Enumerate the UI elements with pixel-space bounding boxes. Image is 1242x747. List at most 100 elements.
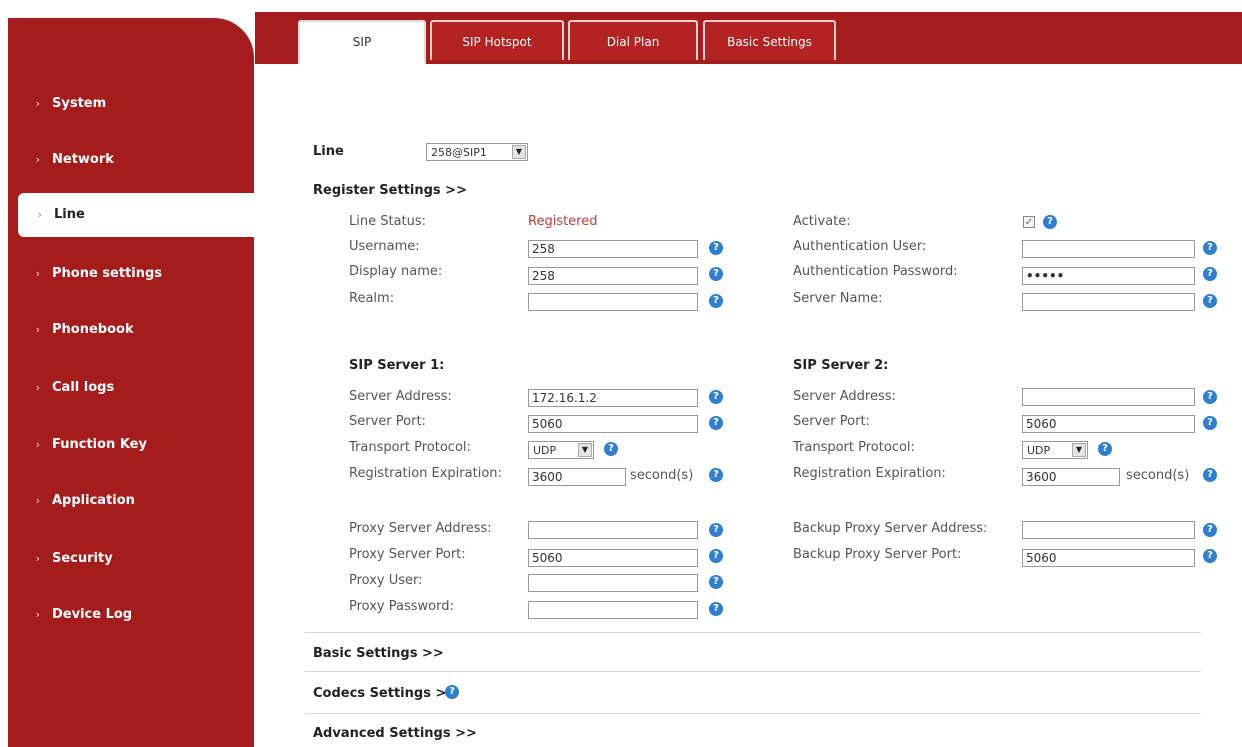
chevron-right-icon: › — [35, 153, 40, 166]
server1-transport-value: UDP — [533, 444, 557, 457]
help-icon[interactable]: ? — [1043, 215, 1057, 229]
auth-user-input[interactable] — [1022, 240, 1195, 258]
proxy-port-input[interactable]: 5060 — [528, 549, 698, 567]
sidebar-item-device-log[interactable]: › Device Log — [8, 593, 254, 637]
help-icon[interactable]: ? — [709, 575, 723, 589]
proxy-password-label: Proxy Password: — [349, 599, 454, 614]
chevron-right-icon: › — [35, 608, 40, 621]
help-icon[interactable]: ? — [1203, 549, 1217, 563]
register-settings-header[interactable]: Register Settings >> — [313, 183, 467, 198]
tab-dial-plan[interactable]: Dial Plan — [568, 20, 698, 60]
backup-proxy-address-input[interactable] — [1022, 521, 1195, 539]
help-icon[interactable]: ? — [1203, 416, 1217, 430]
server2-expiration-label: Registration Expiration: — [793, 466, 946, 481]
server1-transport-label: Transport Protocol: — [349, 440, 471, 455]
chevron-right-icon: › — [35, 438, 40, 451]
tab-basic-settings[interactable]: Basic Settings — [703, 20, 836, 60]
proxy-user-input[interactable] — [528, 574, 698, 592]
proxy-address-input[interactable] — [528, 521, 698, 539]
help-icon[interactable]: ? — [709, 241, 723, 255]
sip-server-2-header: SIP Server 2: — [793, 358, 889, 373]
chevron-right-icon: › — [35, 267, 40, 280]
chevron-down-icon: ▼ — [1072, 443, 1086, 457]
sidebar-item-label: Call logs — [52, 380, 115, 395]
server2-address-input[interactable] — [1022, 388, 1195, 406]
line-label: Line — [313, 144, 344, 159]
sidebar-item-label: Security — [52, 551, 113, 566]
sidebar-item-label: Application — [52, 493, 135, 508]
advanced-settings-header[interactable]: Advanced Settings >> — [313, 726, 477, 741]
help-icon[interactable]: ? — [709, 416, 723, 430]
help-icon[interactable]: ? — [709, 390, 723, 404]
sidebar-item-label: System — [52, 96, 107, 111]
auth-password-input[interactable]: ••••• — [1022, 267, 1195, 285]
server1-port-input[interactable]: 5060 — [528, 415, 698, 433]
help-icon[interactable]: ? — [1203, 523, 1217, 537]
realm-input[interactable] — [528, 293, 698, 311]
help-icon[interactable]: ? — [709, 523, 723, 537]
auth-user-label: Authentication User: — [793, 239, 927, 254]
server2-port-input[interactable]: 5060 — [1022, 415, 1195, 433]
help-icon[interactable]: ? — [709, 468, 723, 482]
auth-password-label: Authentication Password: — [793, 264, 958, 279]
sidebar-item-line[interactable]: › Line — [18, 193, 254, 237]
backup-proxy-port-input[interactable]: 5060 — [1022, 549, 1195, 567]
help-icon[interactable]: ? — [1203, 241, 1217, 255]
sidebar-item-security[interactable]: › Security — [8, 537, 254, 581]
display-name-input[interactable]: 258 — [528, 267, 698, 285]
sidebar-item-network[interactable]: › Network — [8, 138, 254, 182]
basic-settings-header[interactable]: Basic Settings >> — [313, 646, 444, 661]
server-name-input[interactable] — [1022, 293, 1195, 311]
server1-transport-select[interactable]: UDP ▼ — [528, 441, 594, 459]
help-icon[interactable]: ? — [1203, 468, 1217, 482]
realm-label: Realm: — [349, 291, 395, 306]
line-status-label: Line Status: — [349, 214, 427, 229]
server2-expiration-input[interactable]: 3600 — [1022, 468, 1120, 486]
proxy-port-label: Proxy Server Port: — [349, 547, 466, 562]
sidebar-item-phonebook[interactable]: › Phonebook — [8, 308, 254, 352]
chevron-right-icon: › — [35, 552, 40, 565]
backup-proxy-address-label: Backup Proxy Server Address: — [793, 521, 988, 536]
server1-expiration-input[interactable]: 3600 — [528, 468, 626, 486]
display-name-label: Display name: — [349, 264, 443, 279]
sidebar-item-function-key[interactable]: › Function Key — [8, 423, 254, 467]
server2-address-label: Server Address: — [793, 389, 896, 404]
sidebar-item-call-logs[interactable]: › Call logs — [8, 366, 254, 410]
chevron-down-icon: ▼ — [512, 145, 526, 159]
server1-expiration-label: Registration Expiration: — [349, 466, 502, 481]
backup-proxy-port-label: Backup Proxy Server Port: — [793, 547, 962, 562]
server2-transport-select[interactable]: UDP ▼ — [1022, 441, 1088, 459]
help-icon[interactable]: ? — [709, 549, 723, 563]
server1-address-input[interactable]: 172.16.1.2 — [528, 389, 698, 407]
sidebar-item-system[interactable]: › System — [8, 82, 254, 126]
help-icon[interactable]: ? — [604, 442, 618, 456]
sidebar-item-label: Network — [52, 152, 114, 167]
activate-label: Activate: — [793, 214, 851, 229]
help-icon[interactable]: ? — [709, 602, 723, 616]
username-input[interactable]: 258 — [528, 240, 698, 258]
tab-sip[interactable]: SIP — [298, 20, 426, 64]
divider — [305, 713, 1201, 714]
sidebar-item-label: Function Key — [52, 437, 147, 452]
activate-checkbox[interactable]: ✓ — [1023, 216, 1035, 228]
proxy-password-input[interactable] — [528, 601, 698, 619]
help-icon[interactable]: ? — [709, 267, 723, 281]
server1-port-label: Server Port: — [349, 414, 426, 429]
line-select[interactable]: 258@SIP1 ▼ — [426, 143, 528, 161]
sidebar-item-application[interactable]: › Application — [8, 479, 254, 523]
server-name-label: Server Name: — [793, 291, 883, 306]
tab-sip-hotspot[interactable]: SIP Hotspot — [430, 20, 564, 60]
sidebar-item-phone-settings[interactable]: › Phone settings — [8, 252, 254, 296]
help-icon[interactable]: ? — [709, 294, 723, 308]
sidebar-item-label: Phonebook — [52, 322, 134, 337]
sidebar-item-label: Phone settings — [52, 266, 163, 281]
sidebar-item-label: Line — [54, 207, 85, 222]
chevron-down-icon: ▼ — [578, 443, 592, 457]
help-icon[interactable]: ? — [1098, 442, 1112, 456]
help-icon[interactable]: ? — [445, 685, 459, 699]
codecs-settings-header[interactable]: Codecs Settings >> — [313, 686, 457, 701]
help-icon[interactable]: ? — [1203, 390, 1217, 404]
help-icon[interactable]: ? — [1203, 267, 1217, 281]
help-icon[interactable]: ? — [1203, 294, 1217, 308]
line-status-value: Registered — [528, 214, 598, 229]
